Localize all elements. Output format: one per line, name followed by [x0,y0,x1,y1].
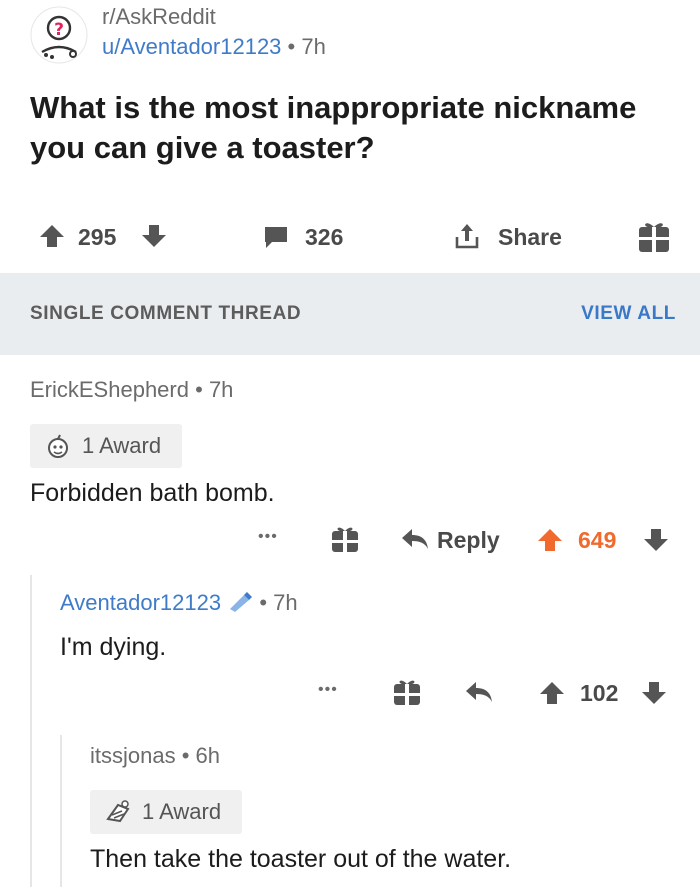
meta-separator: • [287,34,296,59]
comment-author-line: ErickEShepherd • 7h [30,377,233,403]
comment-score: 102 [580,680,619,706]
comment-author-op[interactable]: Aventador12123 [60,590,221,615]
comment-age: 6h [195,743,221,768]
op-pencil-icon [227,591,253,613]
downvote-icon[interactable] [140,222,168,250]
comment-author-line: itssjonas • 6h [90,743,220,769]
svg-text:?: ? [54,20,64,40]
upvote-icon[interactable] [536,526,564,554]
post-score: 295 [78,224,117,250]
post-meta: u/Aventador12123 • 7h [102,34,326,60]
more-options-button[interactable]: ••• [318,681,338,699]
upvote-icon[interactable] [538,679,566,707]
award-count: 1 Award [82,433,162,458]
reply-icon[interactable] [464,679,494,705]
reply-button[interactable]: Reply [437,527,500,554]
gift-icon[interactable] [330,524,360,554]
subreddit-avatar[interactable]: ? [30,6,88,64]
share-button[interactable]: Share [498,224,562,251]
comment-body: I'm dying. [60,633,167,661]
comment-author[interactable]: itssjonas [90,743,176,768]
view-all-link[interactable]: VIEW ALL [581,303,676,325]
comment-author[interactable]: ErickEShepherd [30,377,189,402]
comment-body: Then take the toaster out of the water. [90,845,512,873]
comment-body: Forbidden bath bomb. [30,479,275,507]
gift-icon[interactable] [392,677,422,707]
comment-count[interactable]: 326 [305,224,343,251]
single-thread-label: SINGLE COMMENT THREAD [30,303,302,324]
award-icon [44,433,72,459]
reply-icon[interactable] [400,526,430,552]
award-badge[interactable]: 1 Award [90,790,242,834]
meta-separator: • [259,590,268,615]
meta-separator: • [195,377,203,402]
subreddit-name[interactable]: r/AskReddit [102,4,216,30]
comment-author-line: Aventador12123 • 7h [60,590,298,616]
post-age: 7h [301,34,326,59]
gift-icon[interactable] [636,218,672,254]
post-title[interactable]: What is the most inappropriate nickname … [30,88,670,168]
post-author[interactable]: u/Aventador12123 [102,34,281,59]
downvote-icon[interactable] [640,679,668,707]
comment-age: 7h [208,377,234,402]
downvote-icon[interactable] [642,526,670,554]
award-badge[interactable]: 1 Award [30,424,182,468]
share-icon[interactable] [452,221,482,251]
thread-line[interactable] [30,575,32,887]
more-options-button[interactable]: ••• [258,528,278,546]
award-icon [104,799,132,825]
comment-age: 7h [273,590,298,615]
upvote-icon[interactable] [38,222,66,250]
meta-separator: • [181,743,190,768]
thread-line[interactable] [60,735,62,887]
comment-icon[interactable] [262,223,290,251]
comment-score: 649 [578,527,617,553]
award-count: 1 Award [142,799,222,824]
